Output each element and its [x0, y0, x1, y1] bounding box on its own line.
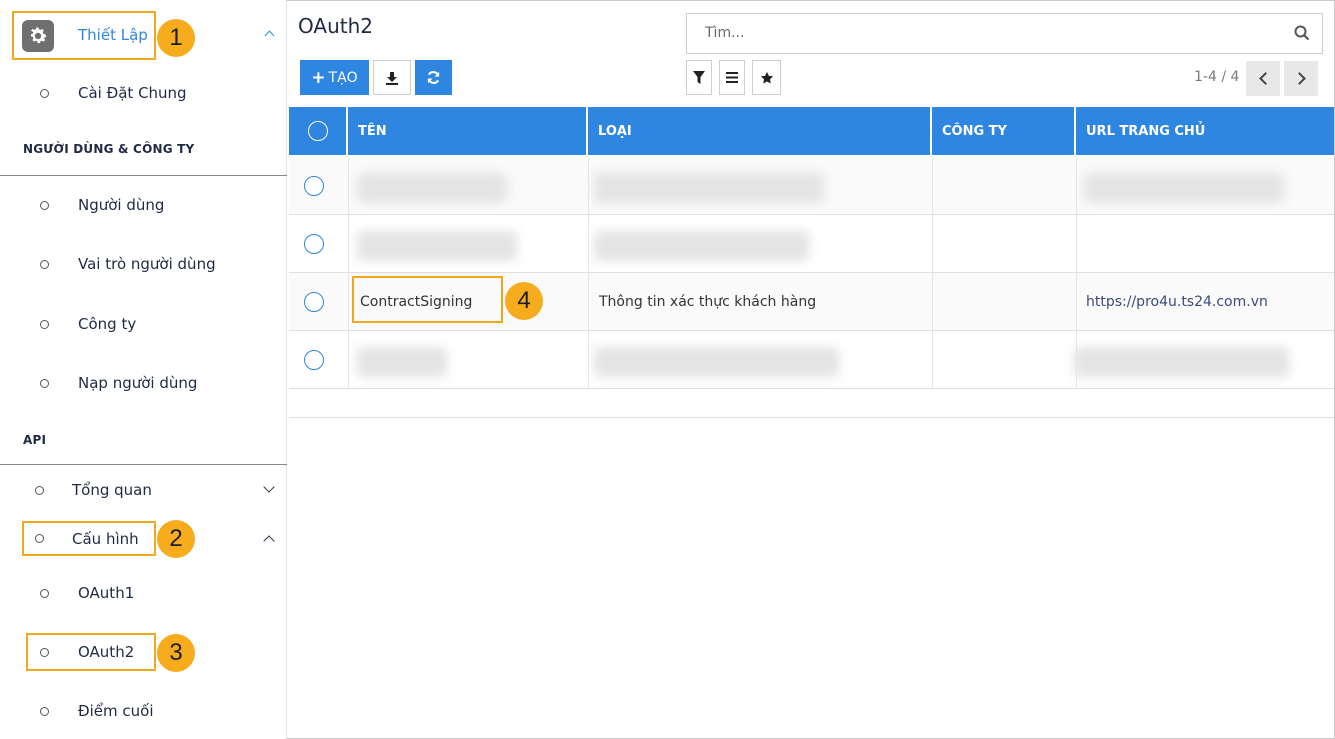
- callout-badge-4: 4: [505, 282, 543, 320]
- favorites-button[interactable]: [752, 60, 781, 95]
- column-header-company[interactable]: CÔNG TY: [932, 107, 1076, 155]
- table-row[interactable]: [289, 331, 1334, 389]
- redacted-cell: [1074, 347, 1289, 377]
- table-footer-row: [289, 388, 1334, 418]
- bullet-icon: [40, 201, 49, 210]
- redacted-cell: [357, 173, 507, 203]
- search-icon[interactable]: [1294, 25, 1310, 45]
- chevron-up-icon[interactable]: [264, 30, 275, 41]
- bullet-icon: [40, 707, 49, 716]
- table-row[interactable]: [289, 215, 1334, 273]
- sidebar-item-endpoint[interactable]: Điểm cuối: [0, 691, 287, 731]
- callout-badge-2: 2: [157, 520, 195, 558]
- sidebar-item-label: Vai trò người dùng: [78, 255, 216, 273]
- download-button[interactable]: [373, 60, 411, 95]
- column-header-homepage-url[interactable]: URL TRANG CHỦ: [1076, 107, 1334, 155]
- redacted-cell: [594, 347, 839, 377]
- star-icon: [760, 71, 773, 84]
- sidebar-item-label: OAuth1: [78, 584, 135, 602]
- section-api: API: [23, 433, 47, 447]
- sidebar: Thiết Lập Cài Đặt Chung NGƯỜI DÙNG & CÔN…: [0, 0, 287, 739]
- row-select-radio[interactable]: [304, 234, 324, 254]
- create-button-label: TẠO: [328, 69, 358, 86]
- bullet-icon: [40, 379, 49, 388]
- page-title: OAuth2: [298, 14, 373, 38]
- filter-icon: [693, 71, 705, 84]
- sidebar-item-label: Tổng quan: [72, 481, 152, 499]
- filter-button[interactable]: [686, 60, 712, 95]
- download-icon: [386, 71, 398, 85]
- redacted-cell: [357, 347, 447, 377]
- row-select-radio[interactable]: [304, 176, 324, 196]
- chevron-left-icon: [1258, 72, 1272, 85]
- bullet-icon: [40, 260, 49, 269]
- select-all-cell: [289, 107, 348, 155]
- create-button[interactable]: + TẠO: [300, 60, 369, 95]
- search-input[interactable]: Tìm...: [705, 25, 744, 41]
- bullet-icon: [40, 320, 49, 329]
- callout-badge-1: 1: [157, 19, 195, 57]
- bullet-icon: [40, 589, 49, 598]
- divider: [0, 464, 287, 465]
- pager-previous-button[interactable]: [1246, 61, 1280, 96]
- redacted-cell: [1084, 173, 1284, 203]
- callout-box-1: [12, 11, 156, 60]
- table-header: TÊN LOẠI CÔNG TY URL TRANG CHỦ: [289, 107, 1334, 155]
- callout-box-4: [352, 276, 503, 323]
- callout-badge-3: 3: [157, 634, 195, 672]
- search-box[interactable]: Tìm...: [686, 13, 1323, 54]
- sidebar-item-label: Công ty: [78, 315, 137, 333]
- cell-homepage-url[interactable]: https://pro4u.ts24.com.vn: [1086, 273, 1268, 331]
- sidebar-item-import-users[interactable]: Nạp người dùng: [0, 363, 287, 403]
- sidebar-item-overview[interactable]: Tổng quan: [0, 470, 287, 510]
- redacted-cell: [357, 231, 517, 261]
- sidebar-item-general-settings[interactable]: Cài Đặt Chung: [0, 73, 287, 113]
- row-select-radio[interactable]: [304, 350, 324, 370]
- sidebar-item-user-roles[interactable]: Vai trò người dùng: [0, 244, 287, 284]
- refresh-icon: [427, 71, 440, 84]
- row-select-radio[interactable]: [304, 292, 324, 312]
- sidebar-item-users[interactable]: Người dùng: [0, 185, 287, 225]
- sidebar-item-label: Người dùng: [78, 196, 165, 214]
- cell-type: Thông tin xác thực khách hàng: [599, 294, 817, 310]
- sidebar-item-label: Điểm cuối: [78, 702, 154, 720]
- redacted-cell: [594, 231, 809, 261]
- select-all-radio[interactable]: [307, 121, 328, 141]
- sidebar-item-label: Nạp người dùng: [78, 374, 198, 392]
- section-users-companies: NGƯỜI DÙNG & CÔNG TY: [23, 142, 195, 156]
- sidebar-item-companies[interactable]: Công ty: [0, 304, 287, 344]
- refresh-button[interactable]: [415, 60, 452, 95]
- chevron-right-icon: [1292, 72, 1306, 85]
- column-header-type[interactable]: LOẠI: [588, 107, 932, 155]
- list-icon: [726, 72, 738, 83]
- divider: [0, 175, 287, 176]
- bullet-icon: [35, 486, 44, 495]
- pager-value[interactable]: 1-4 / 4: [1194, 69, 1239, 85]
- sidebar-item-label: Cài Đặt Chung: [78, 84, 187, 102]
- sidebar-item-oauth1[interactable]: OAuth1: [0, 573, 287, 613]
- redacted-cell: [594, 173, 824, 203]
- plus-icon: +: [311, 67, 326, 88]
- pager-next-button[interactable]: [1284, 61, 1318, 96]
- callout-box-2: [22, 521, 156, 556]
- column-header-name[interactable]: TÊN: [348, 107, 588, 155]
- bullet-icon: [40, 89, 49, 98]
- table-row[interactable]: [289, 157, 1334, 215]
- chevron-up-icon[interactable]: [263, 535, 275, 547]
- group-by-button[interactable]: [719, 60, 745, 95]
- chevron-down-icon[interactable]: [263, 481, 275, 493]
- callout-box-3: [26, 633, 156, 671]
